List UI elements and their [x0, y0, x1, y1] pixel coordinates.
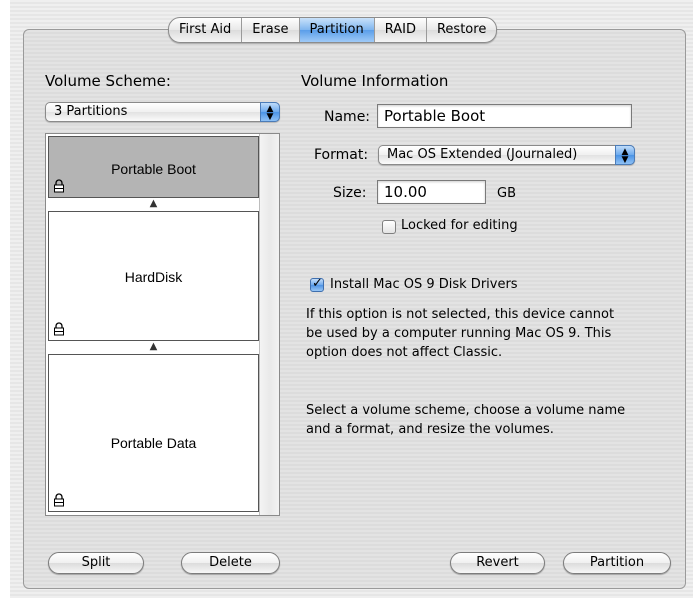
volume-map-scrollbar[interactable] [259, 134, 279, 515]
partition-portable-boot[interactable]: Portable Boot [48, 136, 259, 198]
volume-information-heading: Volume Information [301, 72, 449, 90]
format-value: Mac OS Extended (Journaled) [387, 147, 578, 162]
format-label: Format: [314, 147, 369, 163]
revert-button[interactable]: Revert [450, 552, 545, 574]
tab-partition[interactable]: Partition [299, 18, 375, 42]
size-field[interactable]: 10.00 [377, 180, 486, 204]
volume-scheme-label: Volume Scheme: [45, 72, 171, 90]
volume-map[interactable]: Portable Boot ▲ HardDisk ▲ Portable Data [45, 133, 280, 516]
name-field[interactable]: Portable Boot [377, 104, 632, 128]
format-popup[interactable]: Mac OS Extended (Journaled) ▲ ▼ [378, 145, 635, 165]
partition-harddisk[interactable]: HardDisk [48, 211, 259, 341]
locked-label: Locked for editing [401, 218, 518, 233]
partition-resize-handle[interactable]: ▲ [48, 198, 259, 210]
partition-button[interactable]: Partition [563, 552, 671, 574]
tab-raid[interactable]: RAID [375, 18, 427, 42]
lock-icon [54, 322, 64, 336]
install-drivers-checkbox[interactable]: ✓ [310, 276, 324, 292]
note-line: If this option is not selected, this dev… [306, 307, 615, 322]
partition-portable-data[interactable]: Portable Data [48, 354, 259, 512]
lock-icon [54, 493, 64, 507]
partition-name: Portable Boot [111, 161, 196, 177]
install-drivers-note: If this option is not selected, this dev… [306, 305, 614, 362]
delete-button[interactable]: Delete [181, 552, 280, 574]
instructions-line: and a format, and resize the volumes. [306, 422, 554, 437]
install-drivers-label: Install Mac OS 9 Disk Drivers [330, 277, 518, 292]
volume-scheme-value: 3 Partitions [54, 104, 128, 119]
tab-bar: First Aid Erase Partition RAID Restore [168, 17, 498, 43]
popup-arrows-icon: ▲ ▼ [260, 102, 280, 122]
volume-scheme-popup[interactable]: 3 Partitions ▲ ▼ [45, 102, 280, 122]
partition-resize-handle[interactable]: ▲ [48, 341, 259, 353]
note-line: option does not affect Classic. [306, 345, 503, 360]
popup-arrows-icon: ▲ ▼ [615, 145, 635, 165]
note-line: be used by a computer running Mac OS 9. … [306, 326, 612, 341]
checkmark-icon: ✓ [312, 276, 323, 291]
tab-first-aid[interactable]: First Aid [169, 18, 243, 42]
tab-erase[interactable]: Erase [242, 18, 300, 42]
locked-checkbox[interactable] [382, 220, 396, 234]
size-unit: GB [497, 186, 516, 201]
size-label: Size: [333, 185, 367, 201]
name-label: Name: [324, 109, 371, 125]
window-left-edge [0, 0, 10, 598]
split-button[interactable]: Split [48, 552, 144, 574]
tab-restore[interactable]: Restore [427, 18, 496, 42]
instructions-text: Select a volume scheme, choose a volume … [306, 401, 625, 439]
partition-name: HardDisk [124, 269, 183, 285]
lock-icon [54, 179, 64, 193]
instructions-line: Select a volume scheme, choose a volume … [306, 403, 626, 418]
partition-name: Portable Data [110, 435, 197, 451]
